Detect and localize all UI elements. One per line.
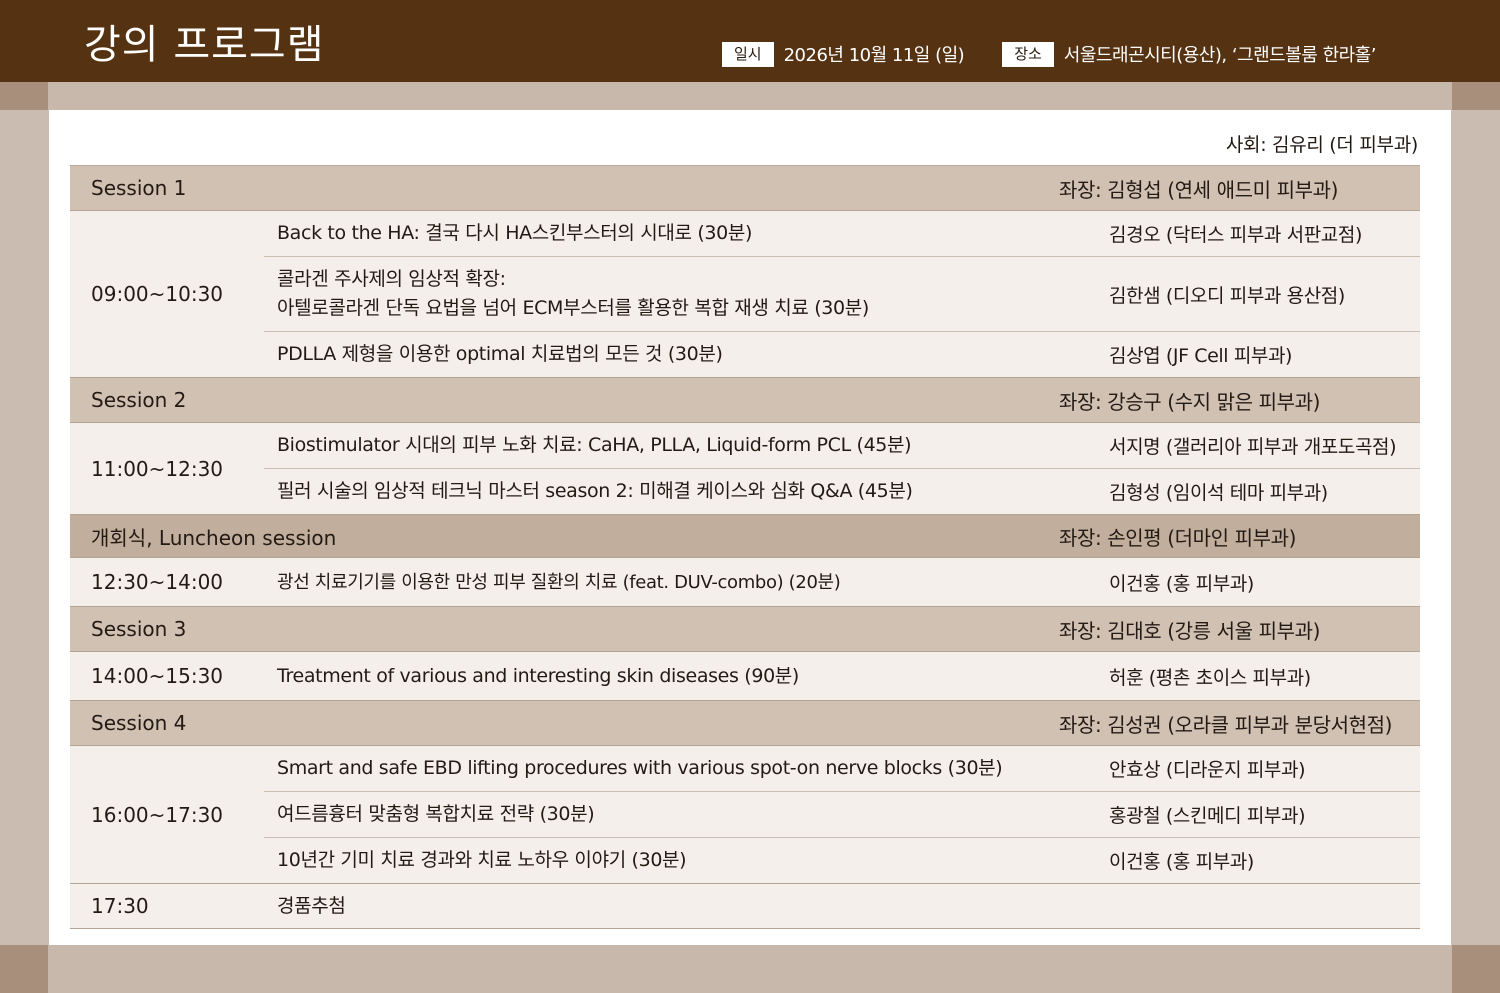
- lecture-topic: Treatment of various and interesting ski…: [277, 664, 799, 687]
- lecture-topic: 광선 치료기기를 이용한 만성 피부 질환의 치료 (feat. DUV-com…: [277, 571, 841, 593]
- table-row: Back to the HA: 결국 다시 HA스킨부스터의 시대로 (30분)…: [264, 211, 1420, 257]
- table-row: PDLLA 제형을 이용한 optimal 치료법의 모든 것 (30분) 김상…: [264, 332, 1420, 377]
- lecture-topic: Biostimulator 시대의 피부 노화 치료: CaHA, PLLA, …: [277, 434, 912, 456]
- table-row: 10년간 기미 치료 경과와 치료 노하우 이야기 (30분) 이건홍 (홍 피…: [264, 838, 1420, 883]
- time-slot: 11:00~12:30: [91, 456, 224, 481]
- session-header: Session 3 좌장: 김대호 (강릉 서울 피부과): [70, 607, 1420, 652]
- lecture-speaker: 서지명 (갤러리아 피부과 개포도곡점): [1109, 436, 1397, 458]
- table-row: 여드름흉터 맞춤형 복합치료 전략 (30분) 홍광철 (스킨메디 피부과): [264, 792, 1420, 838]
- session-group: 09:00~10:30 Back to the HA: 결국 다시 HA스킨부스…: [70, 211, 1420, 378]
- venue-tag: 장소: [1002, 41, 1054, 67]
- session-name: 개회식, Luncheon session: [91, 525, 337, 550]
- session-chair: 좌장: 김형섭 (연세 애드미 피부과): [1059, 177, 1338, 202]
- event-info: 일시 2026년 10월 11일 (일) 장소 서울드래곤시티(용산), ‘그랜…: [722, 41, 1376, 67]
- page-title: 강의 프로그램: [84, 22, 325, 68]
- lecture-topic-line: 콜라겐 주사제의 임상적 확장:: [277, 268, 506, 290]
- session-name: Session 3: [91, 617, 187, 641]
- lecture-speaker: 김상엽 (JF Cell 피부과): [1109, 345, 1293, 367]
- table-row: 경품추첨: [264, 884, 1420, 928]
- session-name: Session 1: [91, 176, 187, 200]
- time-slot: 16:00~17:30: [91, 802, 224, 827]
- session-name: Session 4: [91, 711, 187, 735]
- frame-corner-top-right: [1452, 82, 1500, 110]
- lecture-topic: Smart and safe EBD lifting procedures wi…: [277, 757, 1003, 779]
- table-row: Smart and safe EBD lifting procedures wi…: [264, 746, 1420, 792]
- lecture-topic: 여드름흉터 맞춤형 복합치료 전략 (30분): [277, 803, 595, 825]
- lecture-speaker: 이건홍 (홍 피부과): [1109, 851, 1254, 873]
- lecture-topic-line: 아텔로콜라겐 단독 요법을 넘어 ECM부스터를 활용한 복합 재생 치료 (3…: [277, 297, 869, 319]
- moderator: 사회: 김유리 (더 피부과): [1225, 134, 1418, 156]
- table-row: 콜라겐 주사제의 임상적 확장: 아텔로콜라겐 단독 요법을 넘어 ECM부스터…: [264, 257, 1420, 332]
- lecture-speaker: 허훈 (평촌 초이스 피부과): [1109, 666, 1311, 689]
- session-chair: 좌장: 김대호 (강릉 서울 피부과): [1059, 618, 1320, 643]
- lecture-speaker: 김경오 (닥터스 피부과 서판교점): [1109, 224, 1362, 246]
- session-group: 16:00~17:30 Smart and safe EBD lifting p…: [70, 746, 1420, 884]
- lecture-topic: 필러 시술의 임상적 테크닉 마스터 season 2: 미해결 케이스와 심화…: [277, 480, 913, 502]
- session-chair: 좌장: 강승구 (수지 맑은 피부과): [1059, 389, 1320, 414]
- time-slot: 12:30~14:00: [91, 570, 224, 594]
- table-row: 필러 시술의 임상적 테크닉 마스터 season 2: 미해결 케이스와 심화…: [264, 469, 1420, 514]
- program-table: Session 1 좌장: 김형섭 (연세 애드미 피부과) 09:00~10:…: [70, 165, 1420, 929]
- time-slot: 17:30: [91, 894, 149, 918]
- session-chair: 좌장: 손인평 (더마인 피부과): [1059, 525, 1297, 550]
- session-header: 개회식, Luncheon session 좌장: 손인평 (더마인 피부과): [70, 515, 1420, 558]
- session-group: 11:00~12:30 Biostimulator 시대의 피부 노화 치료: …: [70, 423, 1420, 515]
- session-chair: 좌장: 김성권 (오라클 피부과 분당서현점): [1059, 712, 1392, 737]
- lecture-topic: 10년간 기미 치료 경과와 치료 노하우 이야기 (30분): [277, 849, 687, 871]
- frame-corner-bottom-right: [1452, 945, 1500, 993]
- lecture-speaker: 안효상 (디라운지 피부과): [1109, 759, 1306, 781]
- frame-band-top: [0, 82, 1500, 110]
- lecture-speaker: 이건홍 (홍 피부과): [1109, 572, 1254, 595]
- event-venue: 서울드래곤시티(용산), ‘그랜드볼룸 한라홀’: [1063, 45, 1377, 66]
- session-group: 14:00~15:30 Treatment of various and int…: [70, 652, 1420, 701]
- header-bar: 강의 프로그램 일시 2026년 10월 11일 (일) 장소 서울드래곤시티(…: [0, 0, 1500, 82]
- table-row: Treatment of various and interesting ski…: [264, 652, 1420, 700]
- lecture-topic: PDLLA 제형을 이용한 optimal 치료법의 모든 것 (30분): [277, 343, 723, 365]
- event-date: 2026년 10월 11일 (일): [783, 45, 965, 66]
- frame-corner-bottom-left: [0, 945, 48, 993]
- closing-row: 17:30 경품추첨: [70, 884, 1420, 929]
- time-slot: 09:00~10:30: [91, 282, 224, 306]
- date-tag: 일시: [722, 41, 774, 67]
- session-header: Session 1 좌장: 김형섭 (연세 애드미 피부과): [70, 166, 1420, 211]
- program-panel: 사회: 김유리 (더 피부과) Session 1 좌장: 김형섭 (연세 애드…: [49, 110, 1451, 945]
- session-group: 12:30~14:00 광선 치료기기를 이용한 만성 피부 질환의 치료 (f…: [70, 558, 1420, 607]
- closing-topic: 경품추첨: [277, 894, 346, 917]
- lecture-speaker: 김형성 (임이석 테마 피부과): [1109, 482, 1328, 504]
- lecture-speaker: 김한샘 (디오디 피부과 용산점): [1109, 284, 1345, 307]
- table-row: Biostimulator 시대의 피부 노화 치료: CaHA, PLLA, …: [264, 423, 1420, 469]
- frame-band-bottom: [0, 945, 1500, 993]
- session-header: Session 2 좌장: 강승구 (수지 맑은 피부과): [70, 378, 1420, 423]
- time-slot: 14:00~15:30: [91, 664, 224, 688]
- lecture-topic: Back to the HA: 결국 다시 HA스킨부스터의 시대로 (30분): [277, 222, 753, 244]
- table-row: 광선 치료기기를 이용한 만성 피부 질환의 치료 (feat. DUV-com…: [264, 558, 1420, 606]
- lecture-speaker: 홍광철 (스킨메디 피부과): [1109, 805, 1306, 827]
- session-header: Session 4 좌장: 김성권 (오라클 피부과 분당서현점): [70, 701, 1420, 746]
- session-name: Session 2: [91, 388, 187, 412]
- lecture-topic: 콜라겐 주사제의 임상적 확장: 아텔로콜라겐 단독 요법을 넘어 ECM부스터…: [264, 265, 1109, 323]
- frame-corner-top-left: [0, 82, 48, 110]
